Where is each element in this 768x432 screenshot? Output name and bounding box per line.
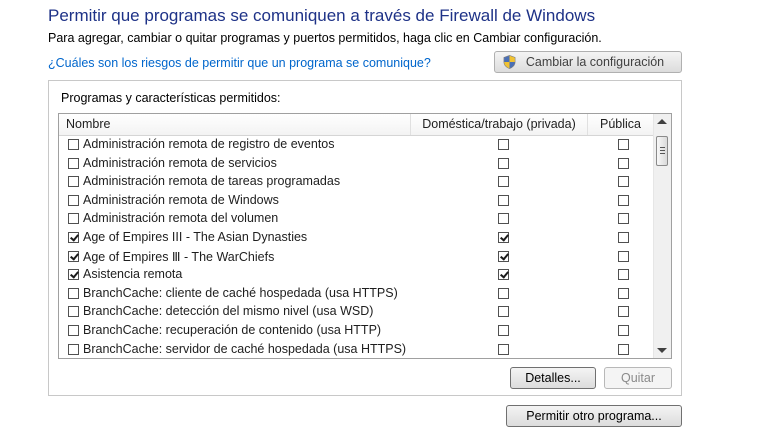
program-name: Age of Empires Ⅲ - The WarChiefs — [83, 249, 275, 264]
program-enabled-checkbox[interactable] — [68, 250, 79, 262]
private-network-checkbox[interactable] — [498, 139, 509, 150]
allow-other-program-button[interactable]: Permitir otro programa... — [506, 405, 682, 427]
column-header-public[interactable]: Pública — [588, 114, 654, 135]
public-network-checkbox[interactable] — [618, 306, 629, 318]
program-name: Administración remota de registro de eve… — [83, 137, 335, 151]
private-network-checkbox[interactable] — [498, 176, 509, 188]
program-name: Administración remota del volumen — [83, 211, 279, 226]
vertical-scrollbar[interactable] — [653, 114, 671, 358]
program-enabled-checkbox[interactable] — [68, 176, 79, 188]
table-row[interactable]: BranchCache: detección del mismo nivel (… — [59, 303, 654, 322]
risk-link[interactable]: ¿Cuáles son los riesgos de permitir que … — [48, 56, 431, 70]
table-row[interactable]: Administración remota del volumen — [59, 210, 654, 229]
program-name: BranchCache: servidor de caché hospedada… — [83, 341, 407, 356]
public-network-checkbox[interactable] — [618, 231, 629, 243]
program-enabled-checkbox[interactable] — [68, 324, 79, 336]
change-settings-label: Cambiar la configuración — [525, 55, 665, 69]
table-row[interactable]: Administración remota de servicios — [59, 155, 654, 174]
remove-button[interactable]: Quitar — [604, 367, 672, 389]
page-subtitle: Para agregar, cambiar o quitar programas… — [48, 31, 602, 45]
table-row[interactable]: Administración remota de tareas programa… — [59, 173, 654, 192]
program-enabled-checkbox[interactable] — [68, 231, 79, 243]
program-enabled-checkbox[interactable] — [68, 157, 79, 169]
private-network-checkbox[interactable] — [498, 157, 509, 169]
program-enabled-checkbox[interactable] — [68, 194, 79, 206]
program-enabled-checkbox[interactable] — [68, 213, 79, 225]
table-row[interactable]: Administración remota de registro de eve… — [59, 136, 654, 155]
table-row[interactable]: BranchCache: cliente de caché hospedada … — [59, 285, 654, 304]
table-row[interactable]: BranchCache: recuperación de contenido (… — [59, 322, 654, 341]
public-network-checkbox[interactable] — [618, 269, 629, 281]
change-settings-button[interactable]: Cambiar la configuración — [494, 51, 682, 73]
private-network-checkbox[interactable] — [498, 250, 509, 262]
public-network-checkbox[interactable] — [618, 324, 629, 336]
program-enabled-checkbox[interactable] — [68, 139, 79, 150]
program-enabled-checkbox[interactable] — [68, 343, 79, 355]
public-network-checkbox[interactable] — [618, 157, 629, 169]
program-enabled-checkbox[interactable] — [68, 269, 79, 281]
programs-list: Nombre Doméstica/trabajo (privada) Públi… — [58, 113, 672, 359]
list-rows: Administración remota de registro de eve… — [59, 136, 654, 358]
private-network-checkbox[interactable] — [498, 213, 509, 225]
column-header-name[interactable]: Nombre — [59, 114, 411, 135]
program-name: Administración remota de tareas programa… — [83, 174, 341, 189]
table-row[interactable]: Age of Empires Ⅲ - The WarChiefs — [59, 248, 654, 267]
public-network-checkbox[interactable] — [618, 139, 629, 150]
column-header-private[interactable]: Doméstica/trabajo (privada) — [411, 114, 588, 135]
page-title: Permitir que programas se comuniquen a t… — [48, 6, 596, 25]
private-network-checkbox[interactable] — [498, 306, 509, 318]
program-name: BranchCache: recuperación de contenido (… — [83, 322, 382, 337]
private-network-checkbox[interactable] — [498, 269, 509, 281]
program-name: Asistencia remota — [83, 267, 183, 282]
scroll-thumb[interactable] — [656, 136, 668, 166]
scroll-up-icon[interactable] — [657, 119, 667, 124]
panel-label: Programas y características permitidos: — [61, 91, 281, 105]
table-row[interactable]: BranchCache: servidor de caché hospedada… — [59, 341, 654, 358]
table-row[interactable]: Age of Empires III - The Asian Dynasties — [59, 229, 654, 248]
allowed-programs-panel: Programas y características permitidos: … — [48, 80, 682, 396]
public-network-checkbox[interactable] — [618, 213, 629, 225]
list-header: Nombre Doméstica/trabajo (privada) Públi… — [59, 114, 654, 136]
private-network-checkbox[interactable] — [498, 231, 509, 243]
public-network-checkbox[interactable] — [618, 343, 629, 355]
table-row[interactable]: Administración remota de Windows — [59, 192, 654, 211]
table-row[interactable]: Asistencia remota — [59, 266, 654, 285]
program-name: BranchCache: detección del mismo nivel (… — [83, 304, 374, 319]
program-name: Age of Empires III - The Asian Dynasties — [83, 229, 308, 244]
private-network-checkbox[interactable] — [498, 287, 509, 299]
private-network-checkbox[interactable] — [498, 324, 509, 336]
details-button[interactable]: Detalles... — [510, 367, 596, 389]
public-network-checkbox[interactable] — [618, 250, 629, 262]
program-enabled-checkbox[interactable] — [68, 306, 79, 318]
public-network-checkbox[interactable] — [618, 194, 629, 206]
private-network-checkbox[interactable] — [498, 194, 509, 206]
program-enabled-checkbox[interactable] — [68, 287, 79, 299]
program-name: BranchCache: cliente de caché hospedada … — [83, 285, 398, 300]
scroll-down-icon[interactable] — [657, 348, 667, 353]
uac-shield-icon — [503, 55, 516, 69]
public-network-checkbox[interactable] — [618, 287, 629, 299]
program-name: Administración remota de Windows — [83, 192, 279, 207]
program-name: Administración remota de servicios — [83, 155, 277, 170]
public-network-checkbox[interactable] — [618, 176, 629, 188]
private-network-checkbox[interactable] — [498, 343, 509, 355]
